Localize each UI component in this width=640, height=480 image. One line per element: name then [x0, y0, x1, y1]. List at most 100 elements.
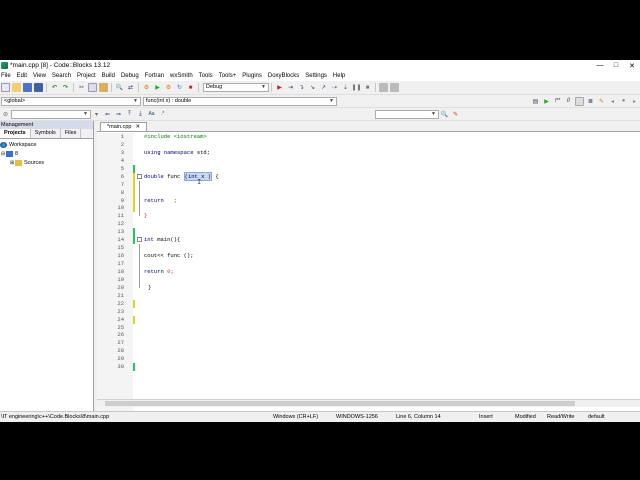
run-icon[interactable]: ▶ [153, 83, 162, 92]
maximize-button[interactable]: □ [608, 62, 624, 70]
jump-back-icon[interactable]: ⇐ [103, 110, 112, 119]
doxy-wizard-icon[interactable]: ▤ [531, 97, 540, 106]
prev-bookmark-icon[interactable]: ⤒ [125, 110, 134, 119]
run-to-cursor-icon[interactable]: ⇥ [286, 83, 295, 92]
code-text: double func (int x ) { [144, 171, 219, 181]
tab-files[interactable]: Files [61, 129, 82, 138]
editor-tab-label: *main.cpp [107, 124, 132, 130]
abort-icon[interactable]: ■ [186, 83, 195, 92]
menu-build[interactable]: Build [99, 73, 118, 79]
toolbar-separator [375, 83, 376, 92]
tab-projects[interactable]: Projects [0, 129, 31, 138]
next-line-icon[interactable]: ↴ [297, 83, 306, 92]
save-icon[interactable] [23, 83, 32, 92]
step-instruction-icon[interactable]: ⇣ [341, 83, 350, 92]
tree-sources[interactable]: ⊞ Sources [0, 158, 93, 167]
menu-plugins[interactable]: Plugins [239, 73, 265, 79]
zoom-out-icon[interactable]: ◂ [608, 97, 617, 106]
step-into-icon[interactable]: ↘ [308, 83, 317, 92]
tree-workspace[interactable]: Workspace [0, 140, 93, 149]
replace-icon[interactable]: ⇄ [126, 83, 135, 92]
build-and-run-icon[interactable]: ⚙ [164, 83, 173, 92]
redo-icon[interactable]: ↷ [61, 83, 70, 92]
menu-project[interactable]: Project [74, 73, 99, 79]
fold-toggle-icon[interactable]: − [137, 173, 142, 179]
code-editor[interactable]: 1 #include <iostream> 2 3 using namespace … [97, 133, 640, 372]
code-line: 12 [97, 220, 640, 228]
fold-line [139, 283, 140, 288]
menu-wxsmith[interactable]: wxSmith [167, 73, 196, 79]
doxy-html-icon[interactable] [575, 96, 584, 106]
doxy-extract-icon[interactable]: ▶ [542, 97, 551, 106]
menu-file[interactable]: File [0, 73, 14, 79]
regex-icon[interactable]: .* [158, 110, 167, 119]
rebuild-icon[interactable]: ↻ [175, 83, 184, 92]
block-comment-icon[interactable]: /** [553, 97, 562, 106]
bookmark-icon[interactable]: ● [619, 97, 628, 106]
build-gear-icon[interactable]: ⚙ [142, 83, 151, 92]
copy-icon[interactable] [88, 83, 97, 92]
highlight-icon[interactable]: ✎ [451, 110, 460, 119]
tab-symbols[interactable]: Symbols [31, 129, 61, 138]
menu-tools-plus[interactable]: Tools+ [216, 73, 240, 79]
function-value: func(int x) : double [146, 97, 192, 104]
letterbox-top [0, 0, 640, 60]
paste-icon[interactable] [99, 83, 108, 92]
find-icon[interactable]: 🔍 [115, 83, 124, 92]
menu-debug[interactable]: Debug [118, 73, 142, 79]
find-next-icon[interactable]: 🔍 [440, 110, 449, 119]
saved-change-marker [133, 363, 135, 372]
minimize-button[interactable]: — [592, 62, 608, 70]
close-icon[interactable]: ✕ [135, 124, 140, 130]
scrollbar-thumb[interactable] [105, 401, 575, 406]
menu-settings[interactable]: Settings [302, 73, 330, 79]
status-insert-mode: Insert [479, 414, 493, 420]
line-number: 23 [117, 307, 124, 315]
cut-icon[interactable]: ✂ [77, 83, 86, 92]
menu-view[interactable]: View [30, 73, 49, 79]
folder-icon [15, 159, 22, 166]
stop-debug-icon[interactable]: ■ [363, 83, 372, 92]
editor-tab-main-cpp[interactable]: *main.cpp ✕ [100, 122, 148, 131]
line-comment-icon[interactable]: // [564, 97, 573, 106]
menu-help[interactable]: Help [330, 73, 348, 79]
code-line: 29 [97, 355, 640, 363]
close-window-button[interactable]: ✕ [624, 62, 640, 70]
doxy-chm-icon[interactable]: ≣ [586, 97, 595, 106]
undo-icon[interactable]: ↶ [50, 83, 59, 92]
find-input[interactable]: ▼ [375, 109, 439, 119]
next-instruction-icon[interactable]: ⇢ [330, 83, 339, 92]
search-menu-icon[interactable]: ▾ [92, 110, 101, 119]
scope-select[interactable]: <global> ▼ [1, 96, 141, 106]
pause-icon[interactable]: ❚❚ [351, 83, 361, 92]
next-bookmark-icon[interactable]: ⤓ [136, 110, 145, 119]
open-folder-icon[interactable] [12, 83, 21, 92]
build-target-select[interactable]: Debug ▼ [203, 83, 269, 92]
zoom-in-icon[interactable]: ▸ [630, 97, 639, 106]
jump-forward-icon[interactable]: ⇒ [114, 110, 123, 119]
doxy-prefs-icon[interactable]: ✎ [597, 97, 606, 106]
incremental-search-input[interactable]: ▼ [11, 109, 91, 119]
fold-toggle-icon[interactable]: − [137, 237, 142, 243]
jump-icon[interactable]: ⊘ [1, 110, 10, 119]
menu-doxyblocks[interactable]: DoxyBlocks [265, 73, 302, 79]
new-file-icon[interactable] [1, 83, 10, 92]
step-out-icon[interactable]: ↗ [319, 83, 328, 92]
save-all-icon[interactable] [34, 83, 43, 92]
horizontal-scrollbar[interactable] [97, 399, 640, 407]
project-label: 8 [15, 150, 19, 157]
debug-windows-icon[interactable] [379, 83, 388, 92]
line-number: 5 [120, 164, 124, 172]
debug-run-icon[interactable]: ▶ [275, 83, 284, 92]
fold-line [139, 180, 140, 189]
menu-tools[interactable]: Tools [196, 73, 216, 79]
menu-search[interactable]: Search [49, 73, 74, 79]
tree-project[interactable]: ⊟ 8 [0, 149, 93, 158]
match-case-icon[interactable]: Aa [147, 110, 156, 119]
status-modified: Modified [515, 414, 536, 420]
chevron-down-icon: ▼ [261, 84, 266, 90]
debug-info-icon[interactable] [390, 83, 399, 92]
function-select[interactable]: func(int x) : double ▼ [143, 96, 337, 106]
menu-fortran[interactable]: Fortran [142, 73, 167, 79]
menu-edit[interactable]: Edit [14, 73, 30, 79]
